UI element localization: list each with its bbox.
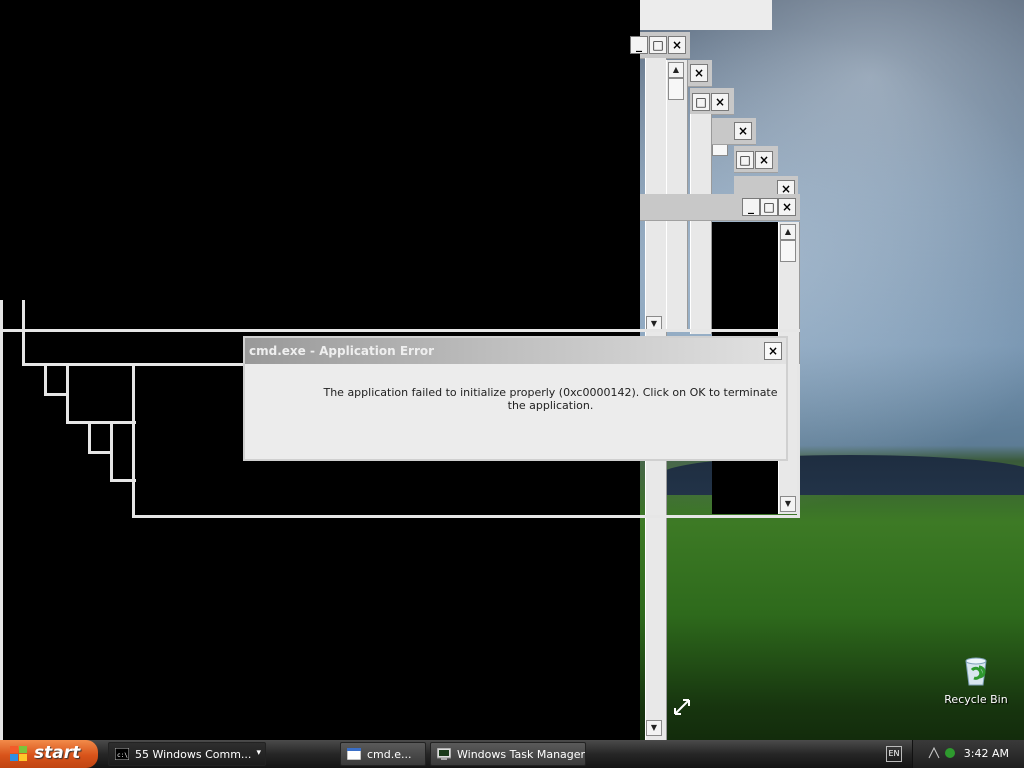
maximize-button[interactable]: □ (692, 93, 710, 111)
close-button[interactable]: × (755, 151, 773, 169)
scroll-up-button[interactable]: ▲ (668, 62, 684, 78)
scroll-thumb[interactable] (668, 78, 684, 100)
scroll-down-button[interactable]: ▼ (646, 720, 662, 736)
taskbar-button-label: 55 Windows Comm... (135, 748, 252, 761)
clock[interactable]: 3:42 AM (964, 747, 1009, 760)
taskbar-button-cmd[interactable]: cmd.e... (340, 742, 426, 766)
window-frame (66, 364, 136, 424)
close-button[interactable]: × (778, 198, 796, 216)
window-icon (347, 748, 361, 760)
maximize-button[interactable]: □ (760, 198, 778, 216)
recycle-bin[interactable]: Recycle Bin (940, 656, 1012, 706)
windows-logo-icon (10, 746, 27, 761)
start-label: start (34, 743, 81, 763)
minimize-button[interactable]: _ (630, 36, 648, 54)
resize-cursor-icon (674, 699, 690, 715)
window-frame (44, 364, 68, 396)
maximize-button[interactable]: □ (736, 151, 754, 169)
recycle-bin-label: Recycle Bin (944, 693, 1008, 706)
window-frame (88, 422, 112, 454)
dialog-message: The application failed to initialize pro… (323, 386, 778, 412)
maximize-button[interactable]: □ (649, 36, 667, 54)
taskbar-button-label: Windows Task Manager (457, 748, 586, 761)
dialog-title: cmd.exe - Application Error (249, 344, 435, 358)
close-button[interactable]: × (668, 36, 686, 54)
security-icon[interactable] (943, 746, 957, 760)
dialog-close-button[interactable]: × (764, 342, 782, 360)
minimize-button[interactable]: _ (742, 198, 760, 216)
taskbar-button-label: cmd.e... (367, 748, 412, 761)
scroll-thumb[interactable] (780, 240, 796, 262)
close-button[interactable]: × (711, 93, 729, 111)
scroll-up-button[interactable]: ▲ (780, 224, 796, 240)
window-top-strip (640, 0, 772, 30)
language-indicator[interactable]: EN (886, 746, 902, 762)
close-button[interactable]: × (734, 122, 752, 140)
window-frame (0, 330, 3, 740)
taskbar-button-task-manager[interactable]: Windows Task Manager (430, 742, 586, 766)
recycle-bin-icon (965, 657, 987, 686)
svg-text:c:\: c:\ (117, 752, 128, 759)
dialog-titlebar[interactable]: cmd.exe - Application Error × (245, 338, 786, 364)
window-frame (22, 300, 248, 366)
system-tray: 3:42 AM (912, 740, 1024, 768)
start-button[interactable]: start (0, 740, 98, 768)
close-button[interactable]: × (690, 64, 708, 82)
cmd-icon: c:\ (115, 748, 129, 760)
application-error-dialog[interactable]: cmd.exe - Application Error × The applic… (243, 336, 788, 461)
group-dropdown-icon[interactable]: ▾ (256, 748, 261, 758)
taskbar-button-windows-command[interactable]: c:\ 55 Windows Comm... ▾ (108, 742, 266, 766)
task-manager-icon (437, 748, 451, 760)
taskbar: start c:\ 55 Windows Comm... ▾ cmd.e... … (0, 740, 1024, 768)
network-icon[interactable] (927, 746, 941, 760)
